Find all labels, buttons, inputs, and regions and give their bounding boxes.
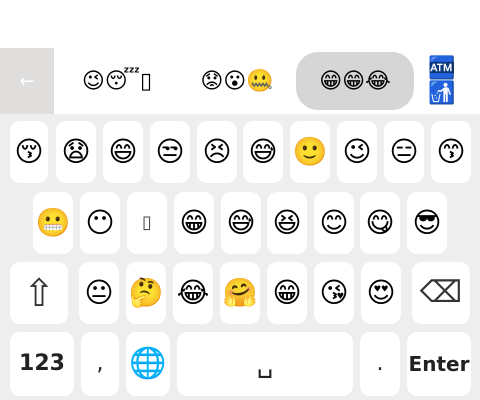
shift-icon: ⇧ <box>23 271 55 315</box>
emoji-key[interactable]: 😁 <box>267 262 307 324</box>
numbers-mode-key[interactable]: 123 <box>10 332 74 396</box>
emoji-keyboard: 😚 😧 😄 😒 😣 😅 🙂 😉 😑 😙 😬 😶 ▯ 😁 😅 😆 😊 😋 😎 ⇧ … <box>0 114 480 400</box>
suggestion-emoji-text: 😉😴▯ <box>81 68 153 94</box>
suggestion-emoji-text: 😁😁😂 <box>319 68 391 94</box>
suggestion-chip-1[interactable]: 😉😴▯ <box>80 52 154 110</box>
emoji-key[interactable]: 😂 <box>173 262 213 324</box>
emoji-key[interactable]: 🤗 <box>220 262 260 324</box>
emoji-key[interactable]: 😧 <box>56 121 96 183</box>
emoji-key[interactable]: 😐 <box>79 262 119 324</box>
emoji-key[interactable]: 😅 <box>243 121 283 183</box>
emoji-key-unsupported[interactable]: ▯ <box>127 192 167 254</box>
emoji-key[interactable]: 😍 <box>361 262 401 324</box>
emoji-key[interactable]: 😆 <box>267 192 307 254</box>
backspace-key[interactable]: ⌫ <box>412 262 470 324</box>
emoji-key[interactable]: 😶 <box>80 192 120 254</box>
emoji-key[interactable]: 😣 <box>197 121 237 183</box>
emoji-key[interactable]: 😙 <box>431 121 471 183</box>
space-key[interactable]: ␣ <box>177 332 353 396</box>
emoji-key[interactable]: 😊 <box>314 192 354 254</box>
shift-key[interactable]: ⇧ <box>10 262 68 324</box>
emoji-key[interactable]: 😬 <box>33 192 73 254</box>
emoji-key[interactable]: 😋 <box>360 192 400 254</box>
emoji-key[interactable]: 😄 <box>103 121 143 183</box>
suggestion-chip-2[interactable]: 😟😮🤐 <box>190 52 284 110</box>
back-arrow-button[interactable]: ← <box>0 48 54 114</box>
emoji-key[interactable]: 😒 <box>150 121 190 183</box>
suggestion-emoji-text: 😟😮🤐 <box>200 68 274 94</box>
emoji-key[interactable]: 🙂 <box>290 121 330 183</box>
app-top-area <box>0 0 480 48</box>
emoji-key[interactable]: 😎 <box>407 192 447 254</box>
emoji-suggestion-bar: ← 😉😴▯ 😟😮🤐 😁😁😂 🏧🚮 <box>0 48 480 114</box>
suggestion-emoji-text: 🏧🚮 <box>428 56 456 106</box>
enter-key[interactable]: Enter <box>407 332 471 396</box>
period-key[interactable]: . <box>360 332 400 396</box>
emoji-key[interactable]: 😑 <box>384 121 424 183</box>
globe-icon: 🌐 <box>129 346 167 381</box>
emoji-key[interactable]: 🤔 <box>126 262 166 324</box>
emoji-key[interactable]: 😁 <box>174 192 214 254</box>
emoji-key[interactable]: 😉 <box>337 121 377 183</box>
space-bar-icon: ␣ <box>256 349 274 379</box>
emoji-key[interactable]: 😚 <box>10 121 48 183</box>
suggestion-chip-4[interactable]: 🏧🚮 <box>428 52 480 110</box>
comma-key[interactable]: , <box>81 332 119 396</box>
language-switch-key[interactable]: 🌐 <box>126 332 170 396</box>
backspace-icon: ⌫ <box>419 275 463 310</box>
emoji-key[interactable]: 😘 <box>314 262 354 324</box>
emoji-key[interactable]: 😅 <box>221 192 261 254</box>
suggestion-chip-3-selected[interactable]: 😁😁😂 <box>296 52 414 110</box>
